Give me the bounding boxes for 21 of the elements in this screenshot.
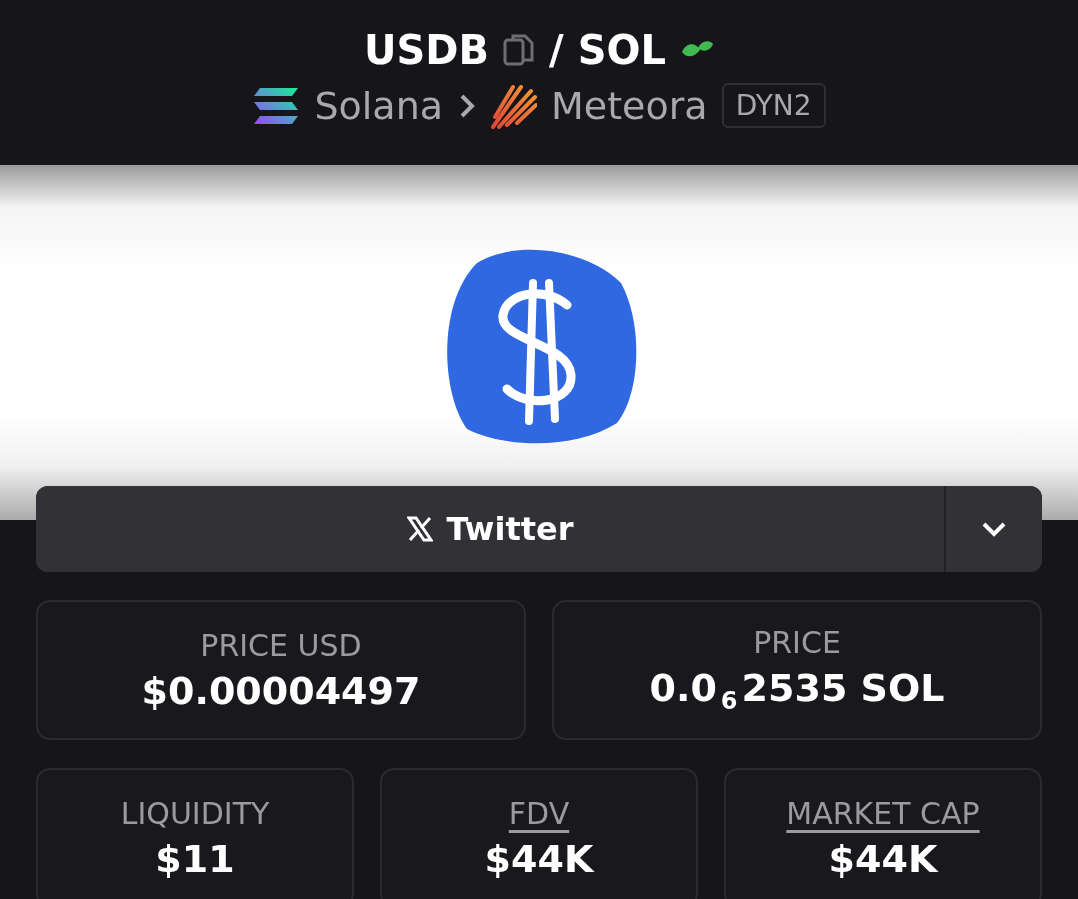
pool-type-badge: DYN2 [721,83,826,128]
stat-value: $0.00004497 [141,668,421,713]
chain-logo-icon [252,85,301,126]
chain-name[interactable]: Solana [314,83,444,128]
stat-label: PRICE USD [200,627,362,663]
stat-value: $44K [828,836,938,881]
chevron-down-icon [981,521,1007,537]
dex-name[interactable]: Meteora [551,83,708,128]
stat-value: 0.0$_{6}$2535 SOL [649,665,945,716]
stat-label: MARKET CAP [786,795,980,831]
base-token: USDB [364,26,490,73]
stat-label: LIQUIDITY [120,795,270,831]
x-logo-icon [406,516,433,542]
stat-value: $11 [155,836,235,881]
stat-label: PRICE [753,624,841,660]
quote-token: SOL [577,26,666,73]
stat-value: $44K [484,836,594,881]
dex-logo-icon [491,82,538,129]
expand-button[interactable] [944,486,1042,572]
stat-label: FDV [508,795,570,831]
pair-separator: / [549,26,564,73]
